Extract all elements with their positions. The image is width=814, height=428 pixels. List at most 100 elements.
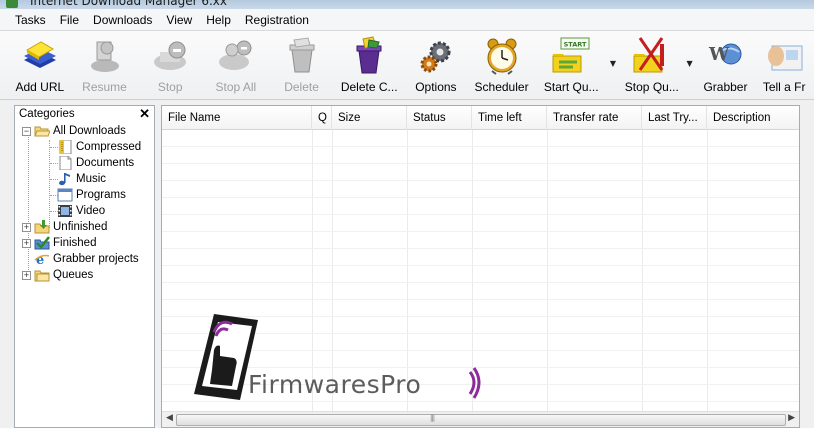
scheduler-button[interactable]: Scheduler	[468, 31, 536, 99]
delete-button[interactable]: Delete	[269, 31, 335, 99]
stop-all-button[interactable]: Stop All	[203, 31, 269, 99]
category-label: Music	[76, 173, 107, 185]
toolbar: Add URL Resume Stop Stop All Delete Dele…	[0, 31, 814, 100]
category-label: Unfinished	[53, 221, 108, 233]
category-video[interactable]: Video	[57, 203, 105, 219]
category-programs[interactable]: Programs	[57, 187, 126, 203]
stop-all-icon	[218, 40, 252, 70]
tell-a-friend-button[interactable]: Tell a Fr	[754, 31, 814, 99]
expand-icon[interactable]: +	[22, 270, 31, 280]
column-last-try[interactable]: Last Try...	[642, 106, 707, 130]
column-status[interactable]: Status	[407, 106, 472, 130]
categories-title: Categories	[19, 108, 75, 120]
scheduler-icon	[487, 38, 517, 75]
category-documents[interactable]: Documents	[57, 155, 134, 171]
stop-queue-icon	[633, 37, 664, 73]
stop-queue-label: Stop Qu...	[624, 80, 679, 94]
delete-label: Delete	[284, 80, 319, 94]
tell-a-friend-icon	[768, 45, 803, 71]
start-queue-button[interactable]: START Start Qu... ▼	[535, 31, 616, 99]
options-label: Options	[415, 80, 457, 94]
open-folder-icon	[34, 126, 50, 137]
column-file-name[interactable]: File Name	[162, 106, 312, 130]
category-label: Finished	[53, 237, 97, 249]
scrollbar-grip-icon: |||	[430, 414, 435, 422]
grabber-icon: W	[708, 43, 742, 65]
column-time-left[interactable]: Time left	[472, 106, 547, 130]
delete-icon	[289, 37, 315, 73]
window-edge	[803, 105, 814, 428]
column-size[interactable]: Size	[332, 106, 407, 130]
menu-help[interactable]: Help	[199, 9, 238, 31]
category-all-downloads[interactable]: − All Downloads	[22, 123, 126, 139]
start-queue-label: Start Qu...	[543, 80, 599, 94]
category-label: Grabber projects	[53, 253, 139, 265]
category-label: Queues	[53, 269, 94, 281]
menu-view[interactable]: View	[159, 9, 199, 31]
menu-file[interactable]: File	[53, 9, 86, 31]
category-music[interactable]: Music	[57, 171, 106, 187]
collapse-icon[interactable]: −	[22, 126, 31, 136]
category-compressed[interactable]: Compressed	[57, 139, 141, 155]
column-description[interactable]: Description	[707, 106, 799, 130]
stop-all-label: Stop All	[215, 80, 257, 94]
start-badge-text: START	[564, 41, 587, 49]
menu-bar: Tasks File Downloads View Help Registrat…	[0, 9, 814, 31]
category-label: All Downloads	[53, 125, 126, 137]
list-header: File Name Q Size Status Time left Transf…	[162, 106, 799, 130]
options-button[interactable]: Options	[404, 31, 468, 99]
svg-text:W: W	[708, 44, 730, 65]
music-icon	[59, 173, 70, 186]
resume-icon	[90, 41, 119, 72]
compressed-icon	[59, 140, 72, 154]
delete-completed-icon	[356, 36, 382, 74]
start-queue-icon: START	[552, 37, 590, 73]
category-unfinished[interactable]: + Unfinished	[22, 219, 107, 235]
category-label: Compressed	[76, 141, 142, 153]
grabber-label: Grabber	[703, 80, 748, 94]
expand-icon[interactable]: +	[22, 238, 31, 248]
stop-queue-dropdown-icon[interactable]: ▼	[686, 59, 692, 68]
options-icon	[420, 41, 451, 73]
add-url-icon	[23, 41, 56, 68]
stop-icon	[154, 41, 187, 70]
horizontal-scrollbar[interactable]: ◀ ||| ▶	[162, 411, 799, 427]
scroll-left-icon[interactable]: ◀	[166, 413, 173, 423]
menu-registration[interactable]: Registration	[238, 9, 316, 31]
column-queue[interactable]: Q	[312, 106, 332, 130]
scheduler-label: Scheduler	[474, 80, 529, 94]
ie-icon: e	[34, 253, 50, 266]
category-finished[interactable]: + Finished	[22, 235, 96, 251]
queues-folder-icon	[34, 270, 50, 282]
category-grabber-projects[interactable]: e Grabber projects	[22, 251, 139, 267]
window-title: Internet Download Manager 6.xx	[30, 0, 227, 8]
add-url-button[interactable]: Add URL	[8, 31, 72, 99]
category-label: Programs	[76, 189, 126, 201]
app-icon	[6, 0, 18, 8]
grabber-button[interactable]: W Grabber	[697, 31, 755, 99]
resume-button[interactable]: Resume	[72, 31, 138, 99]
tell-a-friend-label: Tell a Fr	[762, 80, 806, 94]
menu-downloads[interactable]: Downloads	[86, 9, 159, 31]
close-icon[interactable]: ✕	[139, 107, 150, 121]
svg-text:e: e	[36, 253, 44, 266]
video-icon	[58, 205, 72, 217]
category-label: Documents	[76, 157, 135, 169]
resume-label: Resume	[82, 80, 127, 94]
stop-queue-button[interactable]: Stop Qu... ▼	[607, 31, 697, 99]
delete-completed-label: Delete C...	[340, 80, 398, 94]
expand-icon[interactable]: +	[22, 222, 31, 232]
delete-completed-button[interactable]: Delete C...	[334, 31, 404, 99]
category-label: Video	[76, 205, 106, 217]
column-transfer-rate[interactable]: Transfer rate	[547, 106, 642, 130]
watermark-text: FirmwaresPro	[248, 370, 422, 399]
category-queues[interactable]: + Queues	[22, 267, 93, 283]
finished-icon	[34, 236, 50, 250]
stop-button[interactable]: Stop	[137, 31, 203, 99]
scrollbar-thumb[interactable]	[176, 414, 786, 426]
menu-tasks[interactable]: Tasks	[8, 9, 53, 31]
scroll-right-icon[interactable]: ▶	[788, 413, 795, 423]
add-url-label: Add URL	[15, 80, 65, 94]
categories-header: Categories ✕	[15, 106, 154, 123]
document-icon	[59, 156, 72, 170]
